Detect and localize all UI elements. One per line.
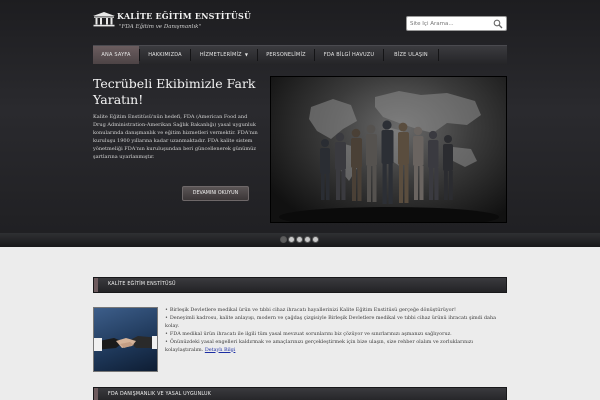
slide-text: Kalite Eğitim Enstitüsü'nün hedefi, FDA … <box>93 114 258 161</box>
logo-tagline: "FDA Eğitim ve Danışmanlık" <box>119 24 202 30</box>
slider-dot[interactable] <box>288 236 295 243</box>
list-item: Deneyimli kadrosu, kalite anlayışı, mode… <box>165 315 507 331</box>
nav-item-fda-info[interactable]: FDA BİLGİ HAVUZU <box>315 46 383 64</box>
logo-title: KALİTE EĞİTİM ENSTİTÜSÜ <box>117 11 252 21</box>
slide-title: Tecrübeli Ekibimizle Fark Yaratın! <box>93 76 256 107</box>
nav-item-about[interactable]: HAKKIMIZDA <box>140 46 190 64</box>
handshake-icon <box>94 336 157 351</box>
list-item: FDA medikal ürün ihracatı ile ilgili tüm… <box>165 331 507 339</box>
nav-item-contact[interactable]: BİZE ULAŞIN <box>384 46 438 64</box>
section-accent <box>94 278 98 292</box>
nav-item-services[interactable]: HİZMETLERİMİZ ▼ <box>191 46 257 64</box>
info-bullet-list: Birleşik Devletlere medikal ürün ve tıbb… <box>165 307 507 354</box>
search-input[interactable] <box>410 18 490 29</box>
read-more-button[interactable]: DEVAMINI OKUYUN <box>182 186 249 201</box>
temple-logo-icon <box>93 12 115 27</box>
slider-dot[interactable] <box>296 236 303 243</box>
chevron-down-icon: ▼ <box>244 52 249 57</box>
main-nav: ANA SAYFA HAKKIMIZDA HİZMETLERİMİZ ▼ PERS… <box>93 45 507 64</box>
section-title: FDA DANIŞMANLIK VE YASAL UYGUNLUK <box>108 392 212 397</box>
team-photo-illustration <box>279 91 499 222</box>
list-item: Önünüzdeki yasal engelleri kaldırmak ve … <box>165 339 507 355</box>
nav-divider <box>438 49 439 61</box>
section-header-fda-consulting: FDA DANIŞMANLIK VE YASAL UYGUNLUK <box>93 387 507 400</box>
nav-item-home[interactable]: ANA SAYFA <box>93 46 139 64</box>
section-header-institute: KALİTE EĞİTİM ENSTİTÜSÜ <box>93 277 507 293</box>
nav-item-staff[interactable]: PERSONELİMİZ <box>258 46 314 64</box>
search-box <box>406 16 507 31</box>
team-photo <box>270 76 507 223</box>
handshake-image <box>93 307 158 372</box>
slider-dot[interactable] <box>312 236 319 243</box>
search-icon[interactable] <box>493 19 503 29</box>
detail-link[interactable]: Detaylı Bilgi <box>205 347 236 353</box>
list-item: Birleşik Devletlere medikal ürün ve tıbb… <box>165 307 507 315</box>
slider-dot[interactable] <box>280 236 287 243</box>
section-title: KALİTE EĞİTİM ENSTİTÜSÜ <box>108 282 176 287</box>
section-accent <box>94 388 98 400</box>
site-logo[interactable]: KALİTE EĞİTİM ENSTİTÜSÜ "FDA Eğitim ve D… <box>93 11 268 37</box>
slider-dot[interactable] <box>304 236 311 243</box>
